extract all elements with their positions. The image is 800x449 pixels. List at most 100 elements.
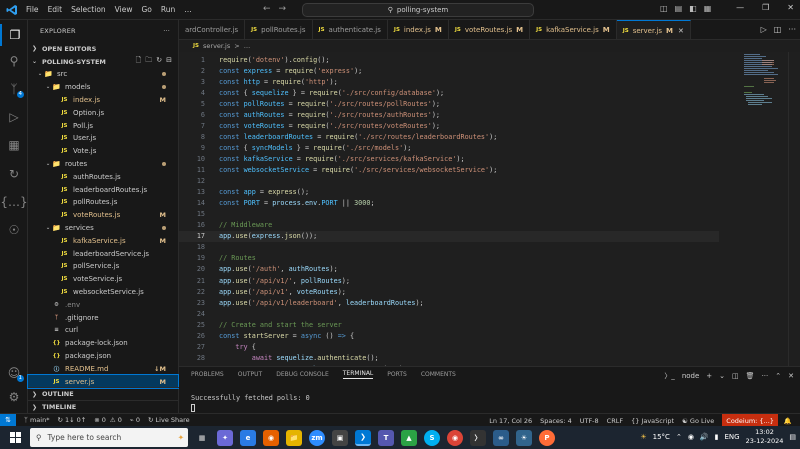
breadcrumb-symbol[interactable]: … xyxy=(244,42,251,50)
new-folder-icon[interactable]: 🗀 xyxy=(145,56,152,67)
open-editors-section[interactable]: ❯ OPEN EDITORS xyxy=(28,42,178,55)
postgres-icon[interactable]: ☀ xyxy=(516,429,532,446)
editor-tab[interactable]: JS authenticate.js xyxy=(313,20,388,39)
skype-icon[interactable]: S xyxy=(424,429,440,446)
minimap[interactable] xyxy=(742,52,786,112)
file-item[interactable]: JS websocketService.js xyxy=(28,286,178,299)
teams-icon[interactable]: T xyxy=(378,429,394,446)
language-mode[interactable]: {} JavaScript xyxy=(631,417,674,425)
wifi-icon[interactable]: ◉ xyxy=(688,433,694,441)
notification-center-icon[interactable]: ▤ xyxy=(789,433,796,441)
git-branch[interactable]: ᛉ main* xyxy=(24,416,49,424)
error-count[interactable]: ⊗ 0 xyxy=(94,416,106,424)
git-sync[interactable]: ↻ 1↓ 0↑ xyxy=(57,416,86,424)
file-explorer-icon[interactable]: 📁 xyxy=(286,429,302,446)
split-editor-icon[interactable]: ◫ xyxy=(774,25,782,34)
project-section[interactable]: ⌄ POLLING-SYSTEM 🗋 🗀 ↻ ⊟ xyxy=(28,55,178,68)
close-window-button[interactable]: ✕ xyxy=(787,3,794,12)
editor-tab[interactable]: JS voteRoutes.js M xyxy=(449,20,531,39)
indentation[interactable]: Spaces: 4 xyxy=(540,417,572,425)
file-item[interactable]: JS leaderboardService.js xyxy=(28,247,178,260)
source-control-icon[interactable]: ᛉ4 xyxy=(0,78,28,100)
split-terminal-icon[interactable]: ◫ xyxy=(732,372,739,380)
ports-count[interactable]: ⌁ 0 xyxy=(130,416,140,424)
accounts-icon[interactable]: ☺ 1 xyxy=(0,362,28,384)
forward-arrow-icon[interactable]: → xyxy=(279,4,287,14)
file-item[interactable]: ⓘ README.md ↓M xyxy=(28,362,178,375)
editor-tab[interactable]: JS index.js M xyxy=(388,20,449,39)
file-item[interactable]: ≡ curl xyxy=(28,324,178,337)
file-item[interactable]: JS pollRoutes.js xyxy=(28,196,178,209)
menu-file[interactable]: File xyxy=(26,5,39,14)
file-item[interactable]: {} package-lock.json xyxy=(28,337,178,350)
toggle-panel-icon[interactable]: ▤ xyxy=(675,4,683,13)
file-item[interactable]: JS authRoutes.js xyxy=(28,170,178,183)
tab-problems[interactable]: PROBLEMS xyxy=(191,371,224,378)
command-center-search[interactable]: ⚲ polling-system xyxy=(302,3,534,17)
more-actions-icon[interactable]: ··· xyxy=(762,372,769,380)
file-item[interactable]: JS index.js M xyxy=(28,94,178,107)
folder-item[interactable]: ⌄ 📁 routes xyxy=(28,158,178,171)
editor-tab[interactable]: ardController.js xyxy=(179,20,246,39)
file-item[interactable]: ⚙ .env xyxy=(28,298,178,311)
file-item[interactable]: JS kafkaService.js M xyxy=(28,234,178,247)
extensions-icon[interactable]: ▦ xyxy=(0,134,28,156)
tab-comments[interactable]: COMMENTS xyxy=(421,371,456,378)
codeium-icon[interactable]: {…} xyxy=(0,191,28,213)
go-live-button[interactable]: ☯ Go Live xyxy=(682,417,714,425)
close-panel-icon[interactable]: ✕ xyxy=(788,372,794,380)
tab-debug-console[interactable]: DEBUG CONSOLE xyxy=(276,371,329,378)
clock[interactable]: 13:02 23-12-2024 xyxy=(746,428,784,446)
maximize-button[interactable]: ❒ xyxy=(762,3,769,12)
remote-indicator-icon[interactable]: ⇅ xyxy=(0,413,16,427)
run-debug-icon[interactable]: ▷ xyxy=(0,106,28,128)
chrome-icon[interactable]: ◉ xyxy=(447,429,463,446)
language-indicator[interactable]: ENG xyxy=(725,433,740,441)
run-file-icon[interactable]: ▷ xyxy=(761,25,767,34)
live-share-icon[interactable]: ↻ xyxy=(0,163,28,185)
new-terminal-icon[interactable]: + xyxy=(706,372,712,380)
cursor-position[interactable]: Ln 17, Col 26 xyxy=(489,417,532,425)
refresh-icon[interactable]: ↻ xyxy=(156,56,162,67)
battery-icon[interactable]: ▮ xyxy=(715,433,719,441)
more-actions-icon[interactable]: ··· xyxy=(163,27,170,35)
new-file-icon[interactable]: 🗋 xyxy=(136,56,142,67)
code-editor[interactable]: 1 require('dotenv').config(); 2 const expre… xyxy=(179,52,800,366)
menu-selection[interactable]: Selection xyxy=(71,5,106,14)
notifications-bell-icon[interactable]: 🔔 xyxy=(784,417,792,425)
vscode-taskbar-icon[interactable]: ❯ xyxy=(355,429,371,446)
search-view-icon[interactable]: ⚲ xyxy=(0,50,28,72)
firefox-icon[interactable]: ◉ xyxy=(263,429,279,446)
back-arrow-icon[interactable]: ← xyxy=(263,4,271,14)
file-item[interactable]: JS leaderboardRoutes.js xyxy=(28,183,178,196)
editor-scrollbar[interactable] xyxy=(788,52,800,366)
kill-terminal-icon[interactable]: 🗑 xyxy=(746,372,755,380)
menu-run[interactable]: Run xyxy=(161,5,175,14)
file-item[interactable]: JS voteService.js xyxy=(28,273,178,286)
edge-icon[interactable]: e xyxy=(240,429,256,446)
menu-go[interactable]: Go xyxy=(141,5,151,14)
tab-ports[interactable]: PORTS xyxy=(387,371,407,378)
breadcrumb-file[interactable]: server.js xyxy=(203,42,230,50)
terminal-shell-name[interactable]: node xyxy=(682,372,699,380)
customize-layout-icon[interactable]: ▦ xyxy=(704,4,712,13)
tab-terminal[interactable]: TERMINAL xyxy=(342,370,374,379)
postman-icon[interactable]: P xyxy=(539,429,555,446)
toggle-sidebar-icon[interactable]: ◫ xyxy=(660,4,668,13)
task-view-icon[interactable]: ▦ xyxy=(194,430,210,446)
settings-gear-icon[interactable]: ⚙ xyxy=(0,386,28,408)
windows-start-button[interactable] xyxy=(0,432,30,443)
collapse-all-icon[interactable]: ⊟ xyxy=(166,56,172,67)
remote-explorer-icon[interactable]: ☉ xyxy=(0,219,28,241)
editor-tab[interactable]: JS server.js M ✕ xyxy=(616,20,691,39)
file-item[interactable]: JS server.js M xyxy=(27,374,179,389)
file-item[interactable]: JS User.js xyxy=(28,132,178,145)
tab-output[interactable]: OUTPUT xyxy=(238,371,262,378)
close-tab-icon[interactable]: ✕ xyxy=(678,27,684,35)
outline-section[interactable]: ❯ OUTLINE xyxy=(28,387,179,400)
weather-temp[interactable]: 15°C xyxy=(653,433,670,441)
live-share-status[interactable]: ↻ Live Share xyxy=(148,416,190,424)
toggle-secondary-sidebar-icon[interactable]: ◧ xyxy=(689,4,697,13)
zoom-icon[interactable]: zm xyxy=(309,429,325,446)
file-item[interactable]: JS pollService.js xyxy=(28,260,178,273)
